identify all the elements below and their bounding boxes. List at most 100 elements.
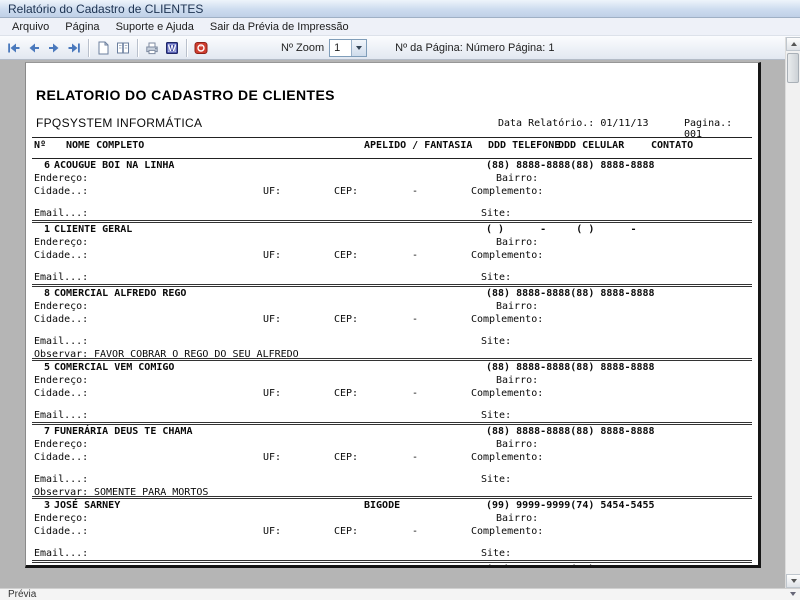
record-number: 1 (32, 224, 50, 235)
vertical-scrollbar[interactable] (785, 37, 800, 588)
email-label: Email...: (34, 336, 88, 347)
endereco-label: Endereço: (34, 513, 88, 524)
record-number: 3 (32, 500, 50, 511)
cep-dash: - (412, 526, 418, 537)
report-content: RELATORIO DO CADASTRO DE CLIENTES FPQSYS… (26, 87, 758, 568)
page-number-info: Nº da Página: Número Página: 1 (395, 42, 554, 54)
zoom-dropdown[interactable]: 1 (329, 39, 367, 57)
complemento-label: Complemento: (471, 526, 543, 537)
first-page-button[interactable] (4, 38, 24, 58)
menu-item[interactable]: Página (57, 19, 107, 35)
report-page-number: Pagina.: 001 (684, 118, 752, 140)
record-phone: (88) 8888-8888(88) 8888-8888 (486, 288, 655, 299)
record-contato: APELIDO (659, 564, 701, 568)
report-subheader: FPQSYSTEM INFORMÁTICA Data Relatório.: 0… (32, 115, 752, 131)
single-page-view-button[interactable] (93, 38, 113, 58)
toolbar: W Nº Zoom 1 Nº da Página: Número Página:… (0, 36, 800, 60)
previous-page-button[interactable] (24, 38, 44, 58)
export-word-button[interactable]: W (162, 38, 182, 58)
record-name: COMERCIAL VEM COMIGO (54, 362, 174, 373)
record-number: 10 (32, 564, 50, 568)
scroll-down-button[interactable] (786, 574, 800, 588)
client-record: 5 COMERCIAL VEM COMIGO (88) 8888-8888(88… (32, 361, 752, 425)
record-email-row: Email...: Site: (32, 335, 752, 348)
menu-item[interactable]: Arquivo (4, 19, 57, 35)
menu-item[interactable]: Sair da Prévia de Impressão (202, 19, 357, 35)
bairro-label: Bairro: (496, 173, 538, 184)
scroll-up-button[interactable] (786, 37, 800, 51)
printer-icon (144, 40, 160, 56)
site-label: Site: (481, 410, 511, 421)
scrollbar-thumb[interactable] (787, 53, 799, 83)
record-email-row: Email...: Site: (32, 547, 752, 560)
cep-dash: - (412, 250, 418, 261)
record-city-row: Cidade..: UF: CEP: - Complemento: (32, 451, 752, 464)
site-label: Site: (481, 474, 511, 485)
menu-item[interactable]: Suporte e Ajuda (108, 19, 202, 35)
column-header: DDD CELULAR (558, 140, 624, 151)
last-page-button[interactable] (64, 38, 84, 58)
email-label: Email...: (34, 474, 88, 485)
two-page-view-button[interactable] (113, 38, 133, 58)
site-label: Site: (481, 548, 511, 559)
client-record: 10 NOME PARA TESTE SEU APELIDO (99) 9999… (32, 563, 752, 568)
record-city-row: Cidade..: UF: CEP: - Complemento: (32, 387, 752, 400)
status-label: Prévia (8, 589, 36, 600)
record-name-row: 7 FUNERÁRIA DEUS TE CHAMA (88) 8888-8888… (32, 425, 752, 438)
email-label: Email...: (34, 208, 88, 219)
zoom-dropdown-button[interactable] (351, 40, 366, 56)
zoom-value: 1 (330, 42, 351, 54)
endereco-label: Endereço: (34, 375, 88, 386)
uf-label: UF: (263, 526, 281, 537)
record-spacer (32, 262, 752, 271)
complemento-label: Complemento: (471, 314, 543, 325)
record-name: FUNERÁRIA DEUS TE CHAMA (54, 426, 192, 437)
record-address-row: Endereço: Bairro: (32, 236, 752, 249)
report-page: RELATORIO DO CADASTRO DE CLIENTES FPQSYS… (25, 62, 761, 568)
report-column-header: NºNOME COMPLETOAPELIDO / FANTASIADDD TEL… (32, 138, 752, 152)
bairro-label: Bairro: (496, 237, 538, 248)
record-city-row: Cidade..: UF: CEP: - Complemento: (32, 525, 752, 538)
cidade-label: Cidade..: (34, 250, 88, 261)
client-record: 1 CLIENTE GERAL ( ) - ( ) - Endereço: Ba… (32, 223, 752, 287)
record-spacer (32, 326, 752, 335)
email-label: Email...: (34, 548, 88, 559)
record-address-row: Endereço: Bairro: (32, 374, 752, 387)
bairro-label: Bairro: (496, 513, 538, 524)
print-button[interactable] (142, 38, 162, 58)
next-page-button[interactable] (44, 38, 64, 58)
record-number: 8 (32, 288, 50, 299)
endereco-label: Endereço: (34, 301, 88, 312)
record-name-row: 1 CLIENTE GERAL ( ) - ( ) - (32, 223, 752, 236)
toolbar-separator (88, 39, 89, 57)
record-observar-row: Observar: SOMENTE PARA MORTOS (32, 486, 752, 496)
record-name: CLIENTE GERAL (54, 224, 132, 235)
status-dropdown-icon[interactable] (790, 592, 796, 596)
record-address-row: Endereço: Bairro: (32, 300, 752, 313)
status-bar: Prévia (0, 588, 800, 600)
record-email-row: Email...: Site: (32, 271, 752, 284)
cep-dash: - (412, 388, 418, 399)
record-spacer (32, 400, 752, 409)
record-number: 7 (32, 426, 50, 437)
company-name: FPQSYSTEM INFORMÁTICA (36, 116, 202, 130)
record-phone: (88) 8888-8888(88) 8888-8888 (486, 362, 655, 373)
complemento-label: Complemento: (471, 388, 543, 399)
records: 6 ACOUGUE BOI NA LINHA (88) 8888-8888(88… (32, 159, 752, 568)
cep-dash: - (412, 452, 418, 463)
bairro-label: Bairro: (496, 301, 538, 312)
cidade-label: Cidade..: (34, 314, 88, 325)
previous-page-icon (26, 40, 42, 56)
client-record: 3 JOSÉ SARNEY BIGODE (99) 9999-9999(74) … (32, 499, 752, 563)
record-phone: (88) 8888-8888(88) 8888-8888 (486, 160, 655, 171)
cidade-label: Cidade..: (34, 186, 88, 197)
window-titlebar: Relatório do Cadastro de CLIENTES (0, 0, 800, 18)
single-page-icon (95, 40, 111, 56)
preview-area: RELATORIO DO CADASTRO DE CLIENTES FPQSYS… (0, 60, 800, 588)
close-preview-button[interactable] (191, 38, 211, 58)
record-apelido: BIGODE (364, 500, 400, 511)
email-label: Email...: (34, 272, 88, 283)
word-icon: W (164, 40, 180, 56)
svg-text:W: W (168, 43, 176, 52)
record-phone: (99) 9999-9999(99) 9999-9999 (486, 564, 655, 568)
